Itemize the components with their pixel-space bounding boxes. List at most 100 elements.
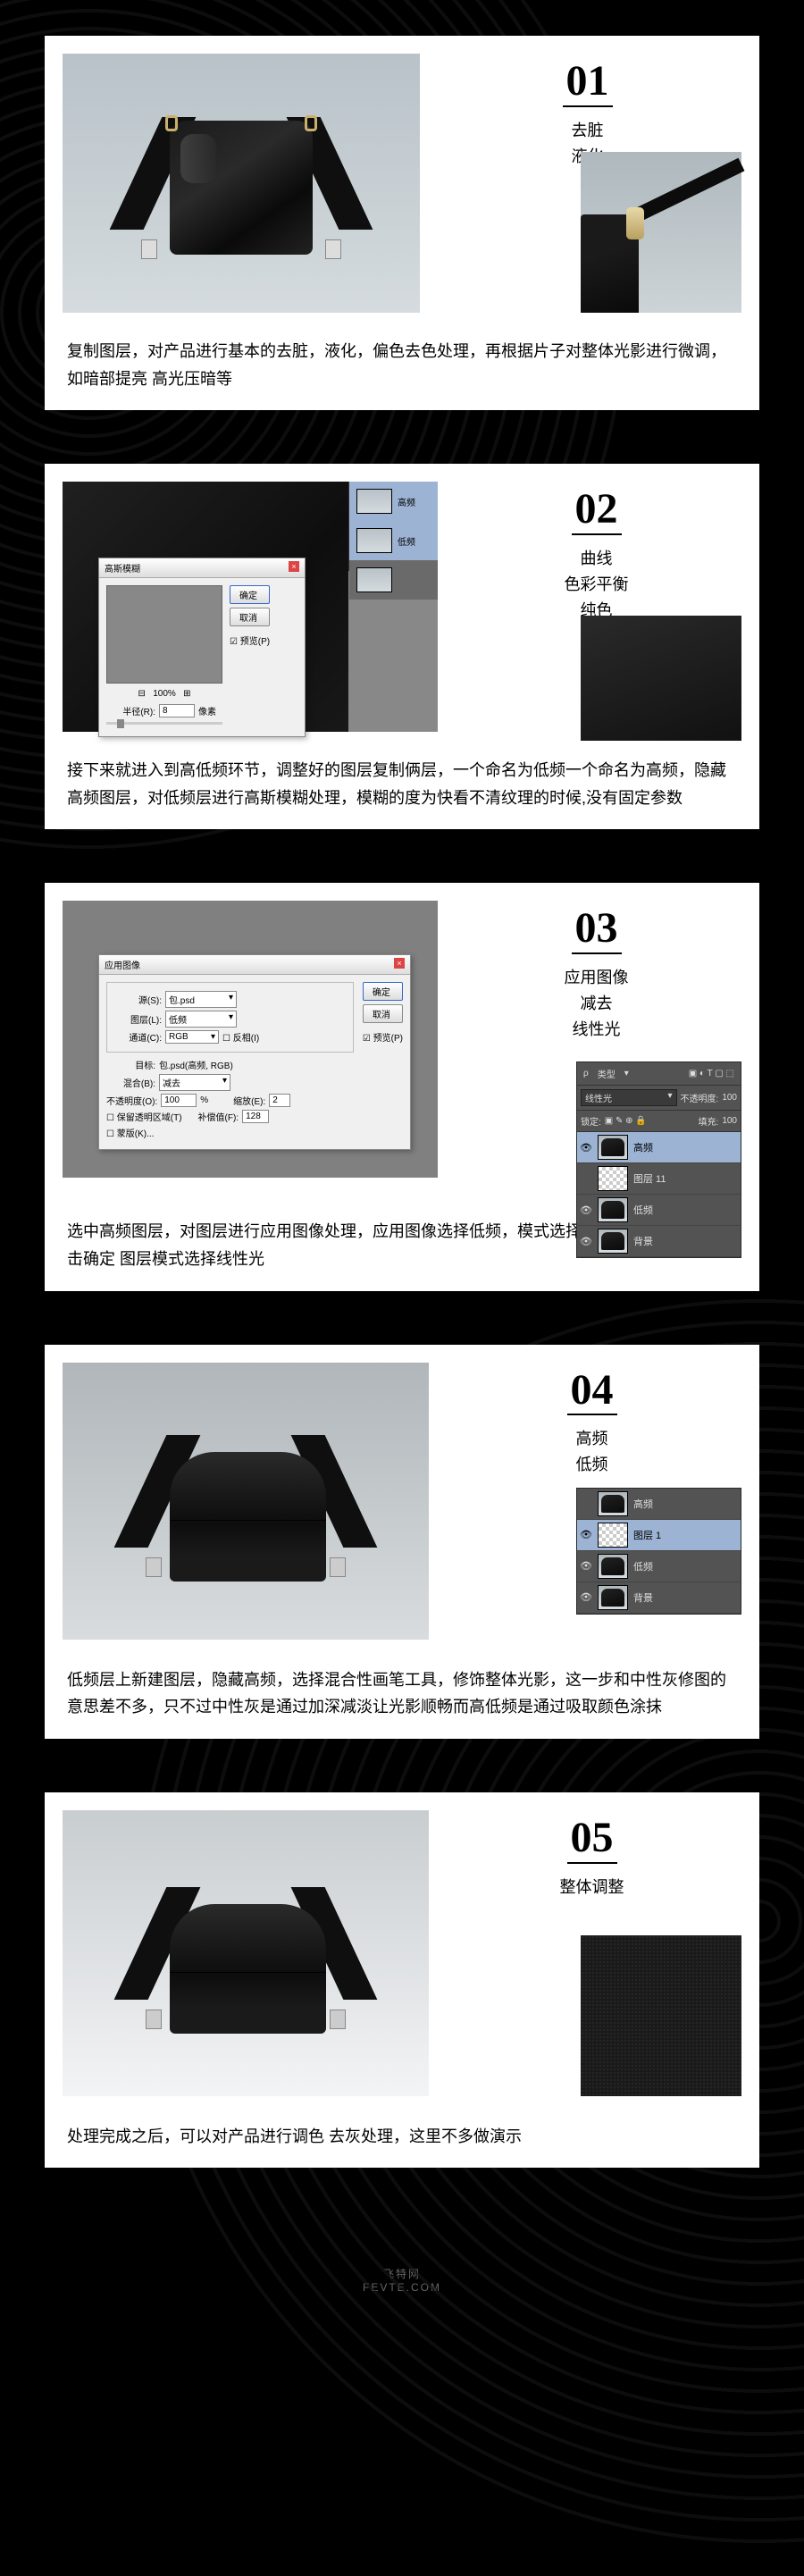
source-select[interactable]: 包.psd▾ [165,991,237,1008]
opacity-label: 不透明度: [681,1091,719,1104]
visibility-icon[interactable]: 👁 [580,1560,592,1572]
layer-row[interactable]: 👁 低频 [577,1195,741,1226]
lock-label: 锁定: [581,1114,601,1128]
opacity-value: 100 [722,1093,737,1103]
layer-name: 低频 [633,1559,653,1573]
step-description: 低频层上新建图层，隐藏高频，选择混合性画笔工具，修饰整体光影，这一步和中性灰修图… [63,1666,741,1721]
step-subtitle: 应用图像 减去 线性光 [451,965,741,1042]
close-icon[interactable]: × [394,958,405,969]
layers-panel: ρ类型▾▣ ◐ T ▢ ⬚ 线性光▾不透明度:100 锁定:▣ ✎ ⊕ 🔒填充:… [576,1061,741,1258]
visibility-icon[interactable]: 👁 [580,1142,592,1154]
screenshot-gaussian: 高频 低频 高斯模糊 × ⊟ 100% ⊞ 半径(R): 8 [63,482,438,732]
step-card-04: 04 高频 低频 高频 👁 图层 1 👁 低频 👁 背景 低频层上新建图层，隐藏高频，选择混… [45,1345,759,1739]
detail-photo-1 [581,152,741,313]
preserve-checkbox[interactable]: ☐ 保留透明区域(T) [106,1110,182,1123]
field-label: 不透明度(O): [106,1094,157,1107]
radius-input[interactable]: 8 [159,704,195,717]
step-card-05: 05 整体调整 处理完成之后，可以对产品进行调色 去灰处理，这里不多做演示 [45,1792,759,2169]
layer-name: 背景 [633,1234,653,1248]
dialog-title-bar: 应用图像 × [99,955,410,975]
step-subtitle: 高频 低频 [442,1426,741,1478]
product-photo-1 [63,54,420,313]
field-label: 混合(B): [106,1076,155,1089]
layer-row-label: 低频 [398,534,415,548]
layer-row[interactable]: 高频 [577,1489,741,1520]
visibility-icon[interactable]: 👁 [580,1204,592,1216]
layer-thumbnail [598,1554,628,1579]
fill-label: 填充: [699,1114,719,1128]
layer-name: 背景 [633,1590,653,1605]
ok-button[interactable]: 确定 [363,982,403,1001]
step-card-01: 01 去脏 液化 复制图层，对产品进行基本的去脏，液化，偏色去色处理，再根据片子… [45,36,759,410]
layer-row[interactable]: 👁 背景 [577,1226,741,1257]
detail-photo-2 [581,616,741,741]
fill-value: 100 [722,1116,737,1126]
visibility-icon[interactable]: 👁 [580,1529,592,1540]
screenshot-apply-image: 应用图像 × 源(S):包.psd▾ 图层(L):低频▾ 通道(C):RGB▾☐… [63,901,438,1178]
visibility-icon[interactable]: 👁 [580,1591,592,1603]
layer-row-label: 高频 [398,495,415,508]
step-number: 01 [563,58,613,107]
scale-input[interactable]: 2 [269,1094,290,1107]
visibility-icon[interactable]: 👁 [580,1236,592,1247]
dialog-title: 应用图像 [105,958,140,971]
panel-tab[interactable]: 类型 [595,1066,618,1081]
cancel-button[interactable]: 取消 [363,1004,403,1023]
step-card-02: 高频 低频 高斯模糊 × ⊟ 100% ⊞ 半径(R): 8 [45,464,759,829]
field-label: 缩放(E): [233,1094,265,1107]
layer-row[interactable]: 👁 图层 1 [577,1520,741,1551]
layer-thumbnail [598,1166,628,1191]
step-description: 复制图层，对产品进行基本的去脏，液化，偏色去色处理，再根据片子对整体光影进行微调… [63,338,741,392]
layer-thumbnail [598,1585,628,1610]
product-photo-5 [63,1810,429,2096]
field-label: 源(S): [113,993,162,1006]
dialog-title: 高斯模糊 [105,561,140,575]
texture-sample [581,1935,741,2096]
layer-row[interactable]: 👁 背景 [577,1582,741,1614]
field-label: 补偿值(F): [198,1110,239,1123]
preview-checkbox[interactable]: ☑ 预览(P) [230,634,270,647]
layer-row[interactable]: 👁 低频 [577,1551,741,1582]
step-number: 04 [567,1367,617,1416]
mask-checkbox[interactable]: ☐ 蒙版(K)... [106,1126,154,1139]
layers-panel: 高频 👁 图层 1 👁 低频 👁 背景 [576,1488,741,1615]
opacity-input[interactable]: 100 [161,1094,197,1107]
dialog-title-bar: 高斯模糊 × [99,558,305,578]
layer-name: 高频 [633,1140,653,1154]
field-label: 目标: [106,1058,155,1071]
ok-button[interactable]: 确定 [230,585,270,604]
step-number: 02 [572,486,622,535]
unit-label: % [200,1095,208,1105]
field-label: 半径(R): [106,704,155,717]
preview-area [106,585,222,684]
layer-thumbnail [598,1229,628,1254]
layer-select[interactable]: 低频▾ [165,1011,237,1028]
layer-row[interactable]: 👁 高频 [577,1132,741,1163]
layer-thumbnail [598,1135,628,1160]
field-label: 通道(C): [113,1030,162,1044]
step-description: 接下来就进入到高低频环节，调整好的图层复制俩层，一个命名为低频一个命名为高频，隐… [63,757,741,811]
step-subtitle: 整体调整 [442,1875,741,1901]
product-photo-4 [63,1363,429,1640]
step-subtitle: 曲线 色彩平衡 纯色 [451,546,741,623]
step-number: 05 [567,1815,617,1864]
blend-select[interactable]: 减去▾ [159,1074,230,1091]
layer-thumbnail [598,1523,628,1548]
layer-thumbnail [598,1491,628,1516]
cancel-button[interactable]: 取消 [230,608,270,626]
step-card-03: 应用图像 × 源(S):包.psd▾ 图层(L):低频▾ 通道(C):RGB▾☐… [45,883,759,1290]
invert-checkbox[interactable]: ☐ 反相(I) [222,1030,259,1044]
layer-name: 图层 11 [633,1171,666,1186]
step-number: 03 [572,905,622,954]
layer-name: 图层 1 [633,1528,661,1542]
close-icon[interactable]: × [289,561,299,572]
layer-name: 低频 [633,1203,653,1217]
target-value: 包.psd(高频, RGB) [159,1058,233,1071]
layer-row[interactable]: 图层 11 [577,1163,741,1195]
channel-select[interactable]: RGB▾ [165,1030,219,1044]
preview-checkbox[interactable]: ☑ 预览(P) [363,1030,403,1044]
step-description: 处理完成之后，可以对产品进行调色 去灰处理，这里不多做演示 [63,2123,741,2151]
blend-mode-select[interactable]: 线性光▾ [581,1089,677,1106]
offset-input[interactable]: 128 [242,1110,269,1123]
unit-label: 像素 [198,704,216,717]
